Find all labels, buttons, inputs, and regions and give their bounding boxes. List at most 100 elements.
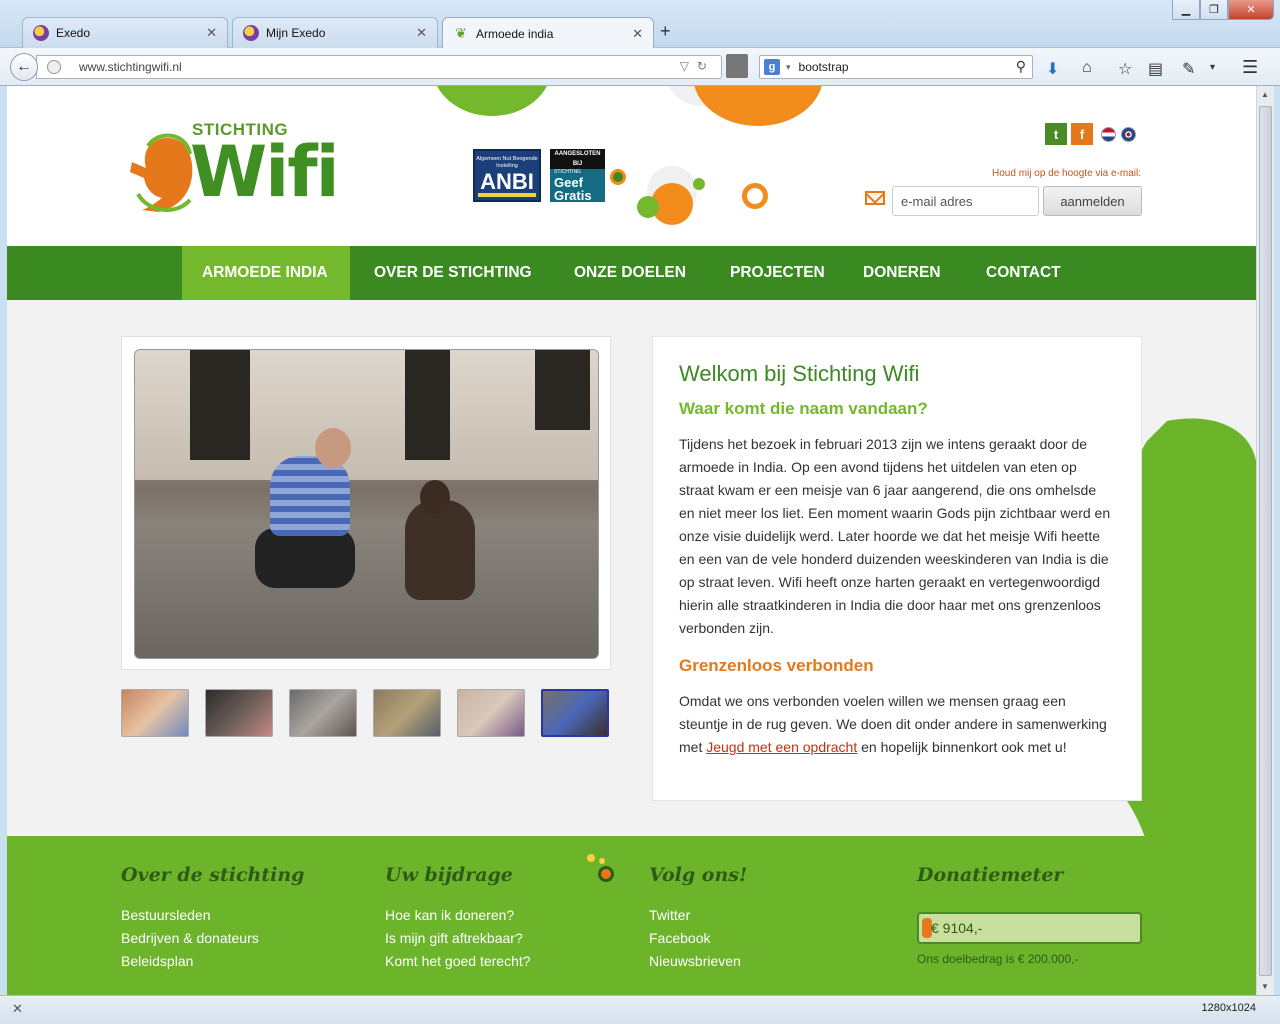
search-icon[interactable]: ⚲ <box>1016 58 1026 75</box>
footer-link-facebook[interactable]: Facebook <box>649 927 747 950</box>
gallery-thumbnail[interactable] <box>457 689 525 737</box>
footer-link-newsletters[interactable]: Nieuwsbrieven <box>649 950 747 973</box>
gallery-thumbnail-active[interactable] <box>541 689 609 737</box>
gallery-thumbnail[interactable] <box>121 689 189 737</box>
footer-heading: Volg ons! <box>649 864 748 886</box>
gallery-frame <box>121 336 611 670</box>
gallery-thumbnail[interactable] <box>205 689 273 737</box>
browser-statusbar: ✕ 1280x1024 <box>0 995 1280 1024</box>
english-flag-icon[interactable] <box>1121 126 1136 142</box>
footer-link[interactable]: Bestuursleden <box>121 904 304 927</box>
bookmark-tab-icon[interactable] <box>726 54 748 78</box>
tab-label: Armoede india <box>476 26 554 41</box>
tab-label: Exedo <box>56 26 91 40</box>
footer-heading: Uw bijdrage <box>385 864 513 886</box>
photo-boy-body <box>405 500 475 600</box>
scroll-up-icon[interactable]: ▲ <box>1261 90 1269 99</box>
google-icon: g <box>764 59 780 75</box>
gallery-thumbnail[interactable] <box>289 689 357 737</box>
decor-bubble <box>742 183 768 209</box>
paragraph-text: en hopelijk binnenkort ook met u! <box>857 739 1067 755</box>
geef-main-text-2: Gratis <box>554 188 592 203</box>
arrow-left-icon: ← <box>16 58 32 75</box>
home-icon[interactable]: ⌂ <box>1082 59 1092 77</box>
close-icon[interactable]: ✕ <box>206 25 217 41</box>
jmeo-link[interactable]: Jeugd met een opdracht <box>706 739 857 755</box>
chevron-down-icon[interactable]: ▾ <box>786 62 791 73</box>
exedo-favicon-icon <box>243 25 259 41</box>
decor-bubble <box>693 86 823 126</box>
gallery-thumbnail[interactable] <box>373 689 441 737</box>
tools-icon[interactable]: ✎ <box>1182 59 1195 79</box>
section-paragraph-name: Tijdens het bezoek in februari 2013 zijn… <box>679 436 1111 636</box>
close-icon[interactable]: ✕ <box>416 25 427 41</box>
dutch-flag-icon[interactable] <box>1101 126 1116 142</box>
footer-link[interactable]: Hoe kan ik doneren? <box>385 904 531 927</box>
decor-bubble <box>693 178 705 190</box>
new-tab-icon[interactable]: + <box>660 21 671 42</box>
anbi-badge[interactable]: Algemeen Nut Beogende Instelling ANBI <box>473 149 541 202</box>
main-navigation: ARMOEDE INDIA OVER DE STICHTING ONZE DOE… <box>7 246 1256 300</box>
decor-bubble <box>637 196 659 218</box>
logo-text-wifi: Wifi <box>190 131 340 213</box>
download-icon[interactable]: ⬇ <box>1046 59 1059 79</box>
nav-item-armoede-india[interactable]: ARMOEDE INDIA <box>182 246 350 300</box>
photo-boy <box>395 480 485 620</box>
nav-item-projecten[interactable]: PROJECTEN <box>710 246 845 300</box>
photo-man-shirt <box>270 456 350 536</box>
footer-col-stichting: Over de stichting Bestuursleden Bedrijve… <box>121 864 304 973</box>
tab-mijn-exedo[interactable]: Mijn Exedo ✕ <box>232 17 438 48</box>
search-box[interactable]: g ▾ bootstrap ⚲ <box>759 55 1033 79</box>
footer-heading: Over de stichting <box>121 864 305 886</box>
social-links: t f <box>1045 123 1136 145</box>
footer-link[interactable]: Bedrijven & donateurs <box>121 927 304 950</box>
page-scrollbar[interactable]: ▲ ▼ <box>1256 86 1274 995</box>
chevron-down-icon[interactable]: ▾ <box>1210 62 1215 73</box>
minimize-icon[interactable]: ▁ <box>1172 0 1200 20</box>
reload-icon[interactable]: ▽↻ <box>680 59 715 73</box>
search-input[interactable]: bootstrap <box>799 60 849 74</box>
menu-icon[interactable]: ☰ <box>1242 57 1258 78</box>
maximize-icon[interactable]: ❐ <box>1200 0 1228 20</box>
email-field[interactable] <box>892 186 1039 216</box>
tab-exedo[interactable]: Exedo ✕ <box>22 17 228 48</box>
geef-gratis-badge[interactable]: AANGESLOTEN BIJ STICHTING Geef Gratis <box>550 149 605 202</box>
photo-door <box>535 350 590 430</box>
photo-door <box>190 350 250 460</box>
nav-item-contact[interactable]: CONTACT <box>966 246 1081 300</box>
photo-man-head <box>315 428 351 468</box>
close-icon[interactable]: ✕ <box>632 26 643 42</box>
scrollbar-thumb[interactable] <box>1259 106 1272 976</box>
site-header: STICHTING Wifi Algemeen Nut Beogende Ins… <box>7 86 1256 246</box>
geef-top-text: AANGESLOTEN BIJ <box>550 149 605 169</box>
twitter-icon[interactable]: t <box>1045 123 1067 145</box>
footer-heading: Donatiemeter <box>917 864 1064 886</box>
welcome-content: Welkom bij Stichting Wifi Waar komt die … <box>652 336 1142 801</box>
donation-meter-value: € 9104,- <box>931 920 983 936</box>
footer-link[interactable]: Beleidsplan <box>121 950 304 973</box>
subscribe-button[interactable]: aanmelden <box>1043 186 1142 216</box>
window-close-icon[interactable]: ✕ <box>1228 0 1274 20</box>
clipboard-icon[interactable]: ▤ <box>1148 59 1163 79</box>
address-bar[interactable]: www.stichtingwifi.nl ▽↻ <box>36 55 722 79</box>
nav-item-over-de-stichting[interactable]: OVER DE STICHTING <box>354 246 552 300</box>
decor-bubble <box>587 854 595 862</box>
facebook-icon[interactable]: f <box>1071 123 1093 145</box>
close-icon[interactable]: ✕ <box>12 1001 23 1017</box>
nav-item-onze-doelen[interactable]: ONZE DOELEN <box>554 246 706 300</box>
footer-col-bijdrage: Uw bijdrage Hoe kan ik doneren? Is mijn … <box>385 864 531 973</box>
scroll-down-icon[interactable]: ▼ <box>1261 982 1269 991</box>
nav-item-doneren[interactable]: DONEREN <box>843 246 961 300</box>
main-photo[interactable] <box>134 349 599 659</box>
footer-link[interactable]: Is mijn gift aftrekbaar? <box>385 927 531 950</box>
star-icon[interactable]: ☆ <box>1118 59 1132 79</box>
child-logo-icon <box>130 133 193 212</box>
back-button[interactable]: ← <box>10 53 38 81</box>
footer-link-twitter[interactable]: Twitter <box>649 904 747 927</box>
site-logo[interactable]: STICHTING Wifi <box>120 118 360 218</box>
donation-meter: € 9104,- <box>917 912 1142 944</box>
tab-armoede-india[interactable]: ❦ Armoede india ✕ <box>442 17 654 49</box>
footer-link[interactable]: Komt het goed terecht? <box>385 950 531 973</box>
anbi-text: ANBI <box>480 169 534 194</box>
section-heading-name: Waar komt die naam vandaan? <box>679 399 928 418</box>
